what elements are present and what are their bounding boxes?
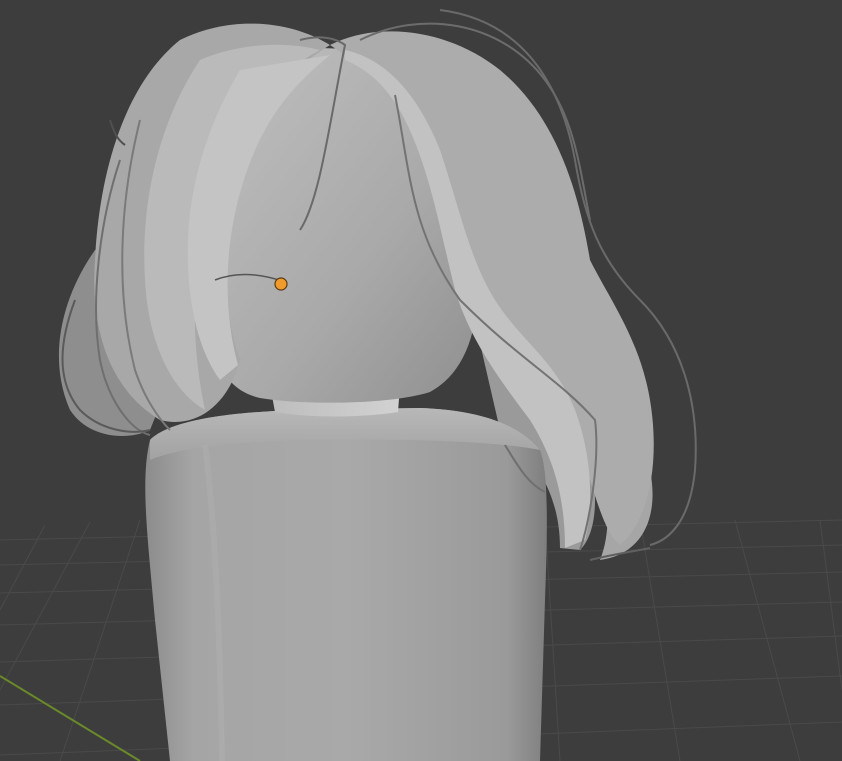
x-axis-line <box>0 675 141 761</box>
object-origin-icon[interactable] <box>274 277 288 291</box>
3d-viewport[interactable] <box>0 0 842 761</box>
avatar-torso[interactable] <box>145 408 547 761</box>
viewport-canvas[interactable] <box>0 0 842 761</box>
